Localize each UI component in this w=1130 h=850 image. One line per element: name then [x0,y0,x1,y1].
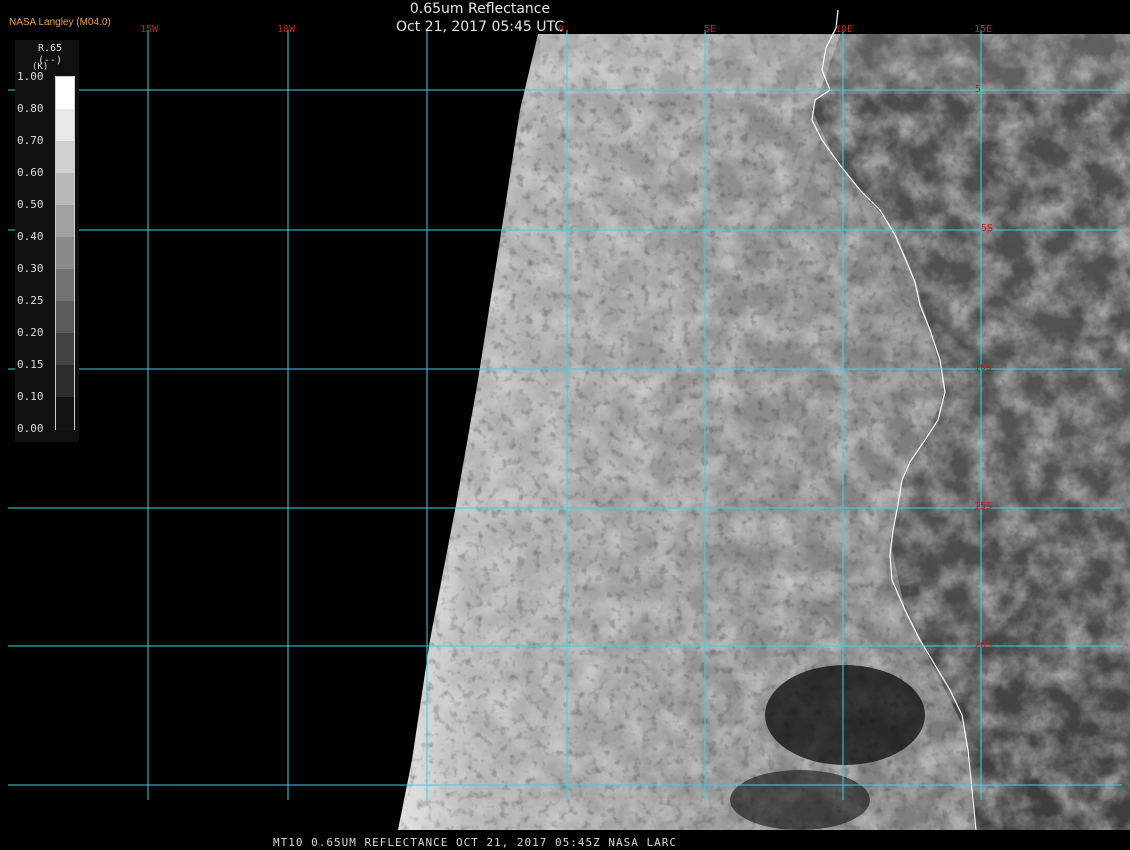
legend-colorbar [55,76,75,430]
legend-title: R.65 [37,43,63,54]
lat-label-15s: 15S [974,501,993,512]
lon-label-10w: 10W [277,24,296,35]
legend-swatch [56,269,74,302]
lat-label-5s: 5S [981,223,994,234]
legend-swatch [56,173,74,206]
map-title: 0.65um Reflectance [409,1,551,17]
lon-label-15w: 15W [140,24,159,35]
reflectance-legend: R.65 (--) (K) 1.00 0.80 0.70 0.60 0.50 0.40 0.… [15,40,79,442]
legend-swatch [56,333,74,366]
legend-tick-label: 0.40 [17,230,44,243]
lat-label-20s: 20S [974,640,993,651]
legend-tick-label: 0.50 [17,198,44,211]
lon-label-10e: 10E [835,24,854,35]
legend-swatch [56,365,74,398]
legend-tick-label: 0.20 [17,326,44,339]
legend-tick-label: 0.15 [17,358,44,371]
producer-label: NASA Langley (M04.0) [9,17,111,28]
legend-tick-label: 0.70 [17,134,44,147]
legend-swatch [56,77,74,110]
legend-tick-label: 0.10 [17,390,44,403]
lon-label-0: 0 [558,24,565,35]
legend-tick-label: 0.60 [17,166,44,179]
lon-label-5e: 5E [704,24,717,35]
satellite-map [8,9,1130,831]
legend-swatch [56,205,74,238]
legend-tick-label: 0.80 [17,102,44,115]
legend-swatch [56,301,74,334]
legend-tick-label: 0.25 [17,294,44,307]
legend-tick-label: 1.00 [17,70,44,83]
legend-swatch [56,109,74,142]
earth-disk [398,34,1130,830]
lon-label-15e: 15E [974,24,993,35]
footer-caption: MT10 0.65UM REFLECTANCE OCT 21, 2017 05:… [273,836,677,849]
legend-tick-label: 0.30 [17,262,44,275]
legend-swatch [56,237,74,270]
lat-label-10s: 10S [974,362,993,373]
lat-label-5: 5 [975,84,982,95]
legend-tick-label: 0.00 [17,422,44,435]
legend-swatch [56,397,74,430]
legend-swatch [56,141,74,174]
